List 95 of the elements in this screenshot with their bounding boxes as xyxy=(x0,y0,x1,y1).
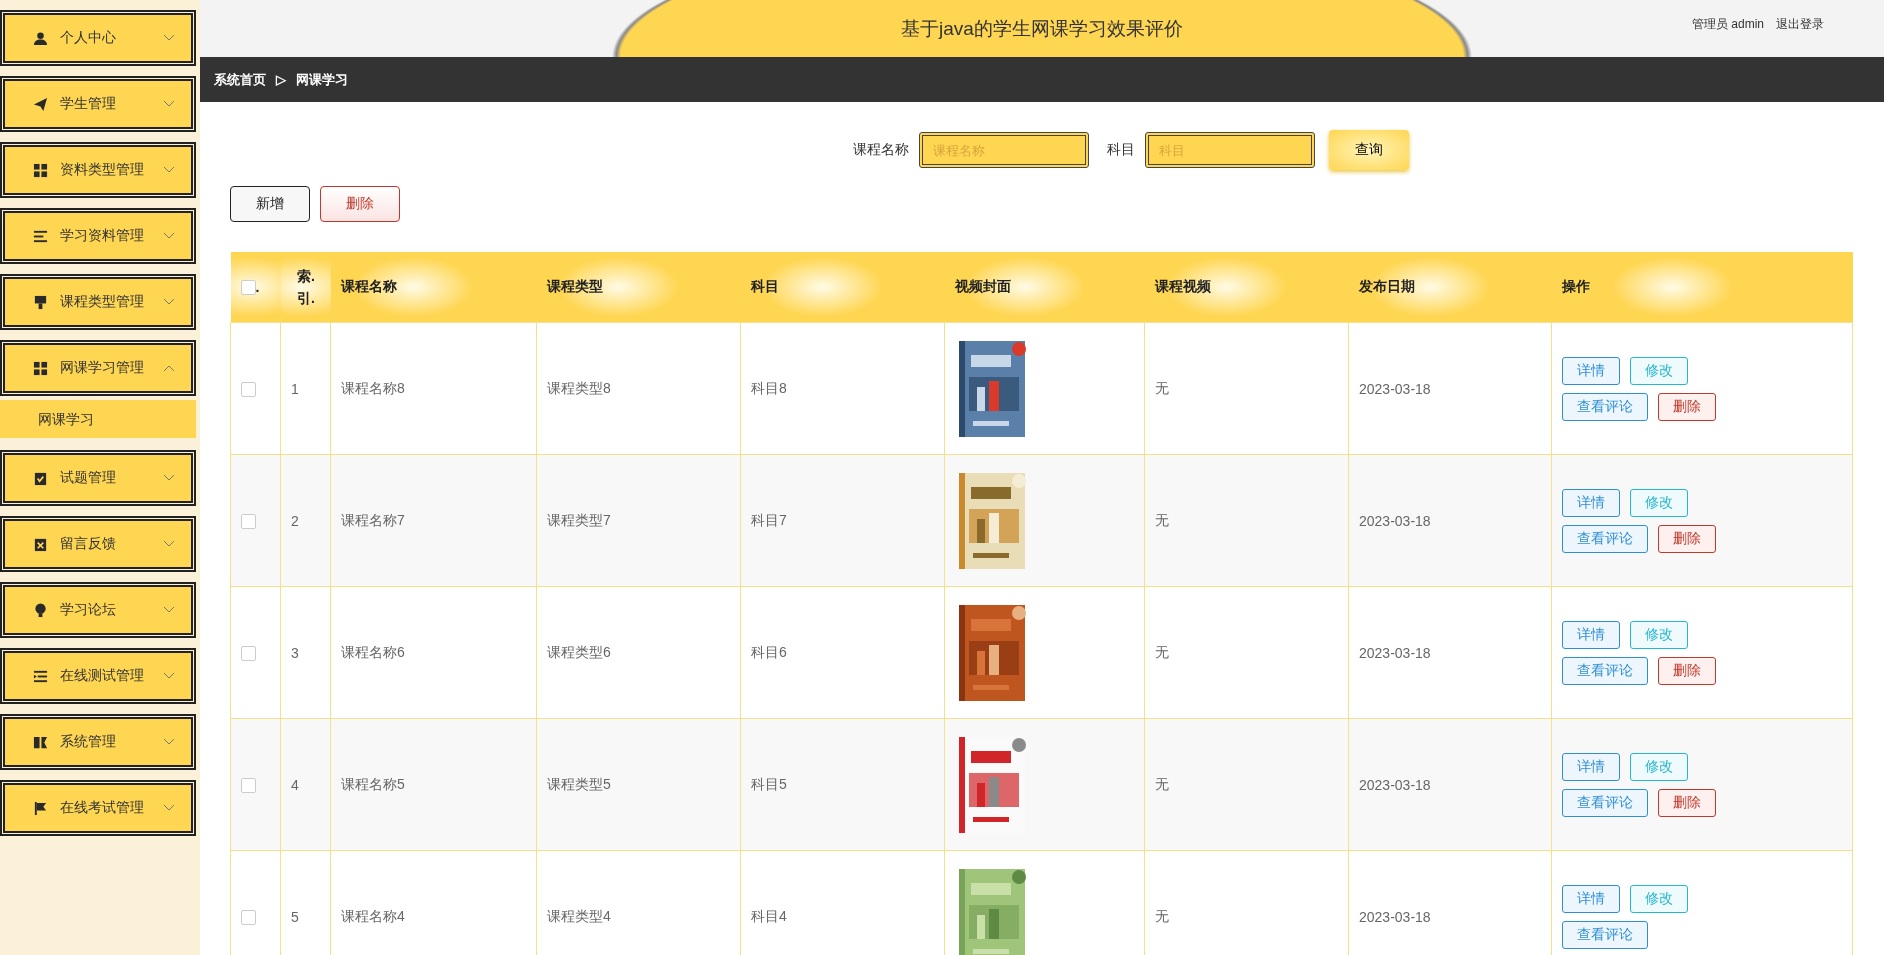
table-cell: 课程名称8 xyxy=(341,379,405,396)
table-cell: 科目6 xyxy=(751,643,787,660)
table-cell: 无 xyxy=(1155,775,1169,792)
table-cell: 5 xyxy=(291,908,299,925)
detail-button[interactable]: 详情 xyxy=(1562,752,1620,781)
menu-icon xyxy=(33,360,48,376)
app-title: 基于java的学生网课学习效果评价 xyxy=(901,16,1183,41)
table-cell: 课程名称4 xyxy=(341,907,405,924)
table-cell: 无 xyxy=(1155,511,1169,528)
add-button[interactable]: 新增 xyxy=(230,186,310,222)
table-cell: 科目7 xyxy=(751,511,787,528)
table-cell: 2 xyxy=(291,512,299,529)
user-name: 管理员 admin xyxy=(1691,16,1764,33)
sidebar-menu-item[interactable]: 课程类型管理 xyxy=(0,274,196,330)
detail-button[interactable]: 详情 xyxy=(1562,356,1620,385)
sidebar-menu-item[interactable]: 学习论坛 xyxy=(0,582,196,638)
delete-button[interactable]: 删除 xyxy=(1658,788,1716,817)
table-cell: 课程名称5 xyxy=(341,775,405,792)
sidebar-menu-item[interactable]: 试题管理 xyxy=(0,450,196,506)
sidebar-menu-item[interactable]: 网课学习管理 xyxy=(0,340,196,396)
table-cell: 课程名称6 xyxy=(341,643,405,660)
sidebar-menu-item[interactable]: 学习资料管理 xyxy=(0,208,196,264)
checkbox[interactable] xyxy=(240,280,256,296)
table-cell: 课程类型6 xyxy=(547,643,611,660)
checkbox[interactable] xyxy=(241,909,256,925)
field-label: 科目 xyxy=(1107,141,1135,159)
table-cell: 科目8 xyxy=(751,379,787,396)
table-cell: 2023-03-18 xyxy=(1359,380,1431,397)
checkbox[interactable] xyxy=(241,513,256,529)
table-cell: 无 xyxy=(1155,379,1169,396)
table-cell: 科目4 xyxy=(751,907,787,924)
breadcrumb-link[interactable]: 系统首页 xyxy=(214,70,266,89)
menu-icon xyxy=(33,602,48,618)
separator-glyph: ▷ xyxy=(276,72,286,87)
table-cell: 1 xyxy=(291,380,299,397)
menu-icon xyxy=(33,536,48,552)
menu-icon xyxy=(33,734,48,750)
column-header: 课程名称 xyxy=(340,278,397,294)
table-cell: 课程类型4 xyxy=(547,907,611,924)
checkbox[interactable] xyxy=(241,645,256,661)
delete-button[interactable]: 删除 xyxy=(320,186,400,222)
menu-icon xyxy=(33,294,48,310)
detail-button[interactable]: 详情 xyxy=(1562,488,1620,517)
logout-link[interactable]: 退出登录 xyxy=(1776,16,1824,33)
sidebar-menu-item[interactable]: 资料类型管理 xyxy=(0,142,196,198)
sidebar-menu-item[interactable]: 在线测试管理 xyxy=(0,648,196,704)
submenu-item[interactable]: 网课学习 xyxy=(0,400,196,438)
table-cell: 3 xyxy=(291,644,299,661)
delete-button[interactable]: 删除 xyxy=(1658,524,1716,553)
table-cell: 课程类型5 xyxy=(547,775,611,792)
sidebar-menu-item[interactable]: 个人中心 xyxy=(0,10,196,66)
detail-button[interactable]: 查看评论 xyxy=(1562,656,1648,685)
table-cell: 2023-03-18 xyxy=(1359,776,1431,793)
detail-button[interactable]: 查看评论 xyxy=(1562,788,1648,817)
column-header: 课程视频 xyxy=(1154,278,1211,294)
column-header: 科目 xyxy=(750,278,779,294)
table-cell: 课程名称7 xyxy=(341,511,405,528)
breadcrumb-link[interactable]: 网课学习 xyxy=(296,70,348,89)
column-header: 操作 xyxy=(1561,278,1590,294)
table-cell: 2023-03-18 xyxy=(1359,644,1431,661)
menu-icon xyxy=(33,470,48,486)
search-button[interactable]: 查询 xyxy=(1329,130,1409,170)
table-cell: 科目5 xyxy=(751,775,787,792)
detail-button[interactable]: 查看评论 xyxy=(1562,920,1648,949)
menu-icon xyxy=(33,800,48,816)
menu-icon xyxy=(33,96,48,112)
table-cell: 无 xyxy=(1155,643,1169,660)
column-header: 索.引. xyxy=(295,267,316,308)
menu-icon xyxy=(33,228,48,244)
field-label: 课程名称 xyxy=(853,141,909,159)
sidebar-menu-item[interactable]: 系统管理 xyxy=(0,714,196,770)
sidebar-menu-item[interactable]: 留言反馈 xyxy=(0,516,196,572)
table-cell: 4 xyxy=(291,776,299,793)
delete-button[interactable]: 删除 xyxy=(1658,656,1716,685)
delete-button[interactable]: 删除 xyxy=(1658,392,1716,421)
checkbox[interactable] xyxy=(241,777,256,793)
detail-button[interactable]: 查看评论 xyxy=(1562,524,1648,553)
sidebar-menu-item[interactable]: 学生管理 xyxy=(0,76,196,132)
column-header: 视频封面 xyxy=(954,278,1011,294)
column-header: 课程类型 xyxy=(546,278,603,294)
detail-button[interactable]: 详情 xyxy=(1562,884,1620,913)
table-cell: 课程类型8 xyxy=(547,379,611,396)
table-cell: 2023-03-18 xyxy=(1359,512,1431,529)
menu-icon xyxy=(33,668,48,684)
column-header: 发布日期 xyxy=(1358,278,1415,294)
detail-button[interactable]: 查看评论 xyxy=(1562,392,1648,421)
menu-icon xyxy=(33,162,48,178)
checkbox[interactable] xyxy=(241,381,256,397)
header-text: . xyxy=(255,278,260,295)
table-cell: 课程类型7 xyxy=(547,511,611,528)
detail-button[interactable]: 详情 xyxy=(1562,620,1620,649)
sidebar-menu-item[interactable]: 在线考试管理 xyxy=(0,780,196,836)
table-cell: 无 xyxy=(1155,907,1169,924)
table-cell: 2023-03-18 xyxy=(1359,908,1431,925)
menu-icon xyxy=(33,30,48,46)
